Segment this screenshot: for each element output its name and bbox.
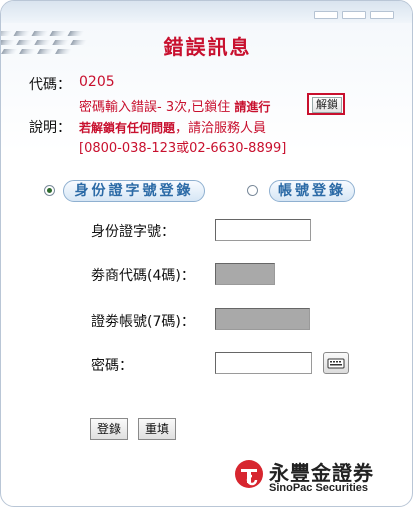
brand-name-english: SinoPac Securities	[269, 482, 369, 494]
password-input[interactable]	[215, 352, 312, 374]
id-login-radio[interactable]	[44, 185, 55, 196]
maximize-button[interactable]	[342, 11, 366, 19]
account-login-radio[interactable]	[247, 185, 258, 196]
unlock-button-highlight: 解鎖	[307, 93, 345, 115]
dialog-title: 錯誤訊息	[163, 35, 252, 59]
description-line-2: 若解鎖有任何問題，請洽服務人員	[79, 117, 266, 136]
description-line-2-text: ，請洽服務人員	[175, 121, 267, 136]
description-line-1-text: 密碼輸入錯誤- 3次,已鎖住	[79, 100, 235, 115]
id-number-input[interactable]	[215, 219, 311, 241]
account-number-input[interactable]	[215, 308, 310, 330]
broker-code-input[interactable]	[215, 263, 275, 285]
password-label: 密碼：	[91, 358, 133, 374]
unlock-button[interactable]: 解鎖	[312, 97, 342, 113]
code-label: 代碼：	[29, 77, 71, 93]
account-number-label: 證劵帳號(7碼)：	[91, 314, 195, 330]
minimize-button[interactable]	[314, 11, 338, 19]
title-bar	[1, 1, 412, 23]
keyboard-icon	[327, 358, 345, 369]
reset-button[interactable]: 重填	[138, 418, 176, 440]
error-code-value: 0205	[79, 74, 115, 90]
id-login-tab[interactable]: 身份證字號登錄	[63, 180, 205, 202]
description-line-1: 密碼輸入錯誤- 3次,已鎖住 請進行	[79, 96, 270, 115]
id-number-label: 身份證字號：	[91, 224, 175, 240]
account-login-tab[interactable]: 帳號登錄	[269, 180, 355, 202]
close-button[interactable]	[370, 11, 394, 19]
service-phone-numbers: [0800-038-123或02-6630-8899]	[79, 141, 287, 156]
virtual-keyboard-button[interactable]	[323, 352, 349, 374]
description-line-1-bold: 請進行	[234, 100, 271, 114]
login-button[interactable]: 登錄	[90, 418, 128, 440]
description-line-2-bold: 若解鎖有任何問題	[79, 121, 176, 135]
description-label: 說明：	[29, 120, 71, 136]
sinopac-logo-icon	[235, 460, 263, 488]
error-dialog: 錯誤訊息 代碼： 0205 說明： 密碼輸入錯誤- 3次,已鎖住 請進行 若解鎖…	[0, 0, 413, 507]
broker-code-label: 劵商代碼(4碼)：	[91, 268, 195, 284]
